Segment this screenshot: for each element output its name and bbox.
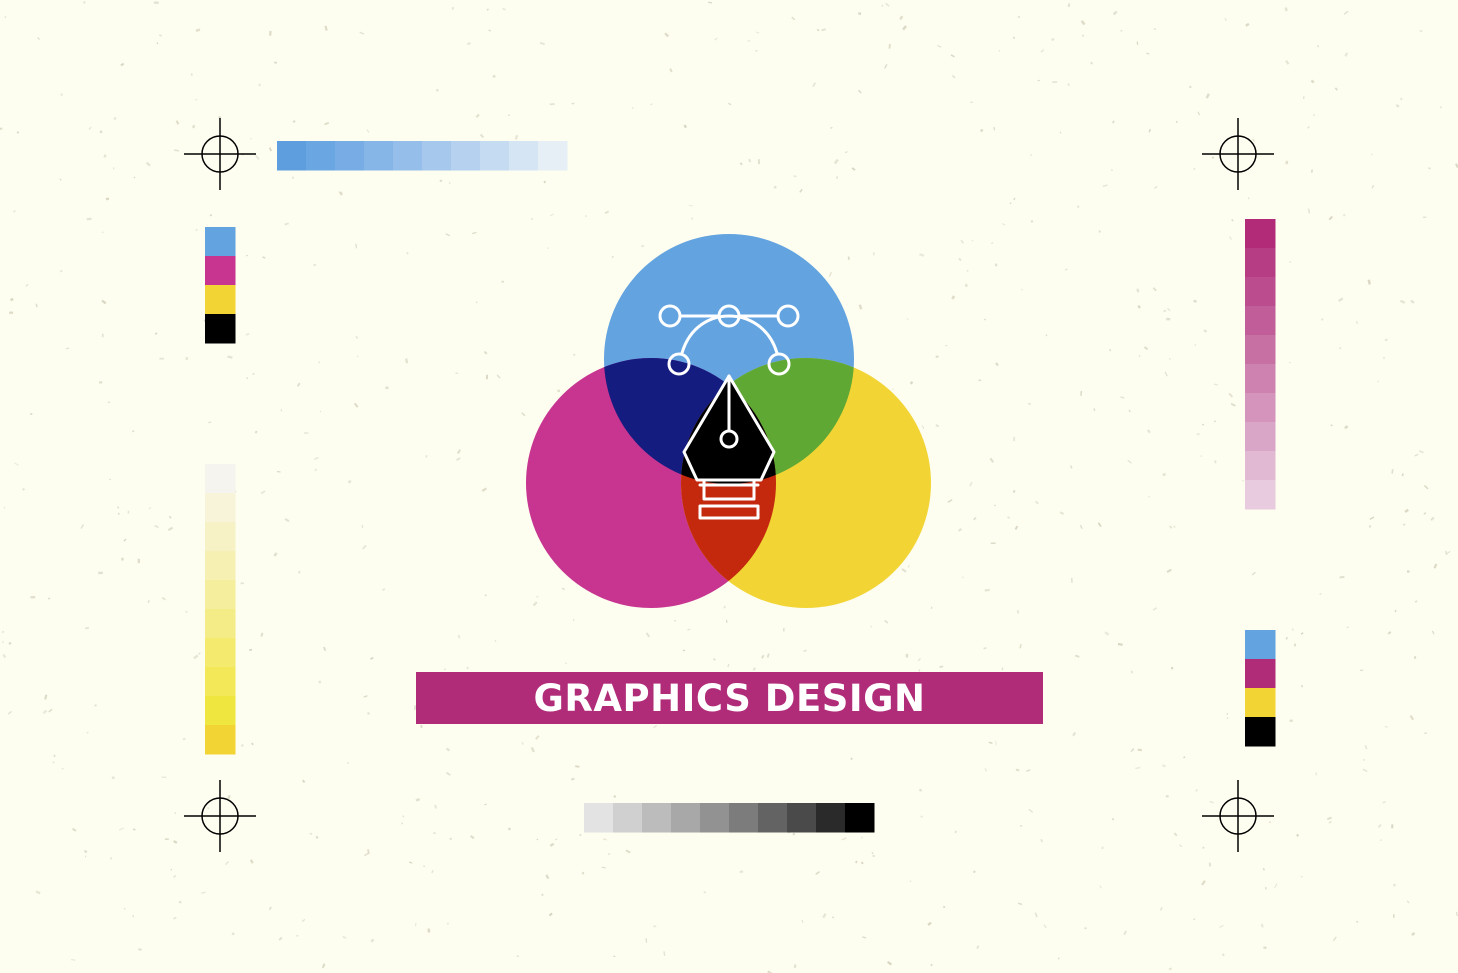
yellow-tint-swatch bbox=[205, 725, 236, 755]
graphic-design-illustration: GRAPHICS DESIGN bbox=[0, 0, 1458, 973]
blue-tint-swatch bbox=[509, 141, 539, 171]
yellow-tint-swatch bbox=[205, 493, 236, 523]
cmyk-swatch bbox=[205, 285, 236, 315]
magenta-tint-swatch bbox=[1245, 277, 1276, 307]
magenta-tint-swatch bbox=[1245, 306, 1276, 336]
gray-scale-swatch bbox=[613, 803, 643, 833]
magenta-tint-swatch bbox=[1245, 451, 1276, 481]
illustration-canvas bbox=[0, 1, 1458, 973]
blue-tint-swatch bbox=[451, 141, 481, 171]
magenta-tint-swatch bbox=[1245, 335, 1276, 365]
gray-scale-swatch bbox=[845, 803, 875, 833]
title-banner: GRAPHICS DESIGN bbox=[416, 672, 1043, 724]
registration-mark-icon bbox=[1202, 780, 1274, 852]
magenta-tint-swatch bbox=[1245, 422, 1276, 452]
gray-scale-swatch bbox=[816, 803, 846, 833]
blue-tint-swatch bbox=[422, 141, 452, 171]
cmyk-swatch bbox=[1245, 688, 1276, 718]
cmyk-swatch bbox=[205, 314, 236, 344]
yellow-tint-swatch bbox=[205, 464, 236, 494]
magenta-tint-swatch bbox=[1245, 480, 1276, 510]
cmyk-swatch bbox=[205, 227, 236, 257]
gray-scale-swatch bbox=[584, 803, 614, 833]
yellow-tint-swatch bbox=[205, 667, 236, 697]
magenta-tint-swatch bbox=[1245, 364, 1276, 394]
cmyk-swatch bbox=[205, 256, 236, 286]
magenta-tint-swatch bbox=[1245, 219, 1276, 249]
yellow-tint-swatch bbox=[205, 522, 236, 552]
gray-scale-swatch bbox=[671, 803, 701, 833]
magenta-tint-swatch bbox=[1245, 248, 1276, 278]
registration-mark-icon bbox=[184, 118, 256, 190]
blue-tint-swatch bbox=[306, 141, 336, 171]
yellow-tint-swatch bbox=[205, 609, 236, 639]
yellow-tint-swatch bbox=[205, 580, 236, 610]
gray-scale-swatch bbox=[787, 803, 817, 833]
yellow-tint-swatch bbox=[205, 551, 236, 581]
registration-mark-icon bbox=[1202, 118, 1274, 190]
blue-tint-swatch bbox=[538, 141, 568, 171]
yellow-tint-swatch bbox=[205, 638, 236, 668]
yellow-tint-swatch bbox=[205, 696, 236, 726]
blue-tint-swatch bbox=[364, 141, 394, 171]
blue-tint-swatch bbox=[335, 141, 365, 171]
cmyk-swatch bbox=[1245, 630, 1276, 660]
blue-tint-swatch bbox=[480, 141, 510, 171]
cmyk-swatch bbox=[1245, 717, 1276, 747]
gray-scale-swatch bbox=[642, 803, 672, 833]
blue-tint-swatch bbox=[393, 141, 423, 171]
gray-scale-swatch bbox=[700, 803, 730, 833]
cmyk-swatch bbox=[1245, 659, 1276, 689]
blue-tint-swatch bbox=[277, 141, 307, 171]
magenta-tint-swatch bbox=[1245, 393, 1276, 423]
registration-mark-icon bbox=[184, 780, 256, 852]
gray-scale-swatch bbox=[729, 803, 759, 833]
page-title: GRAPHICS DESIGN bbox=[533, 676, 926, 720]
gray-scale-swatch bbox=[758, 803, 788, 833]
